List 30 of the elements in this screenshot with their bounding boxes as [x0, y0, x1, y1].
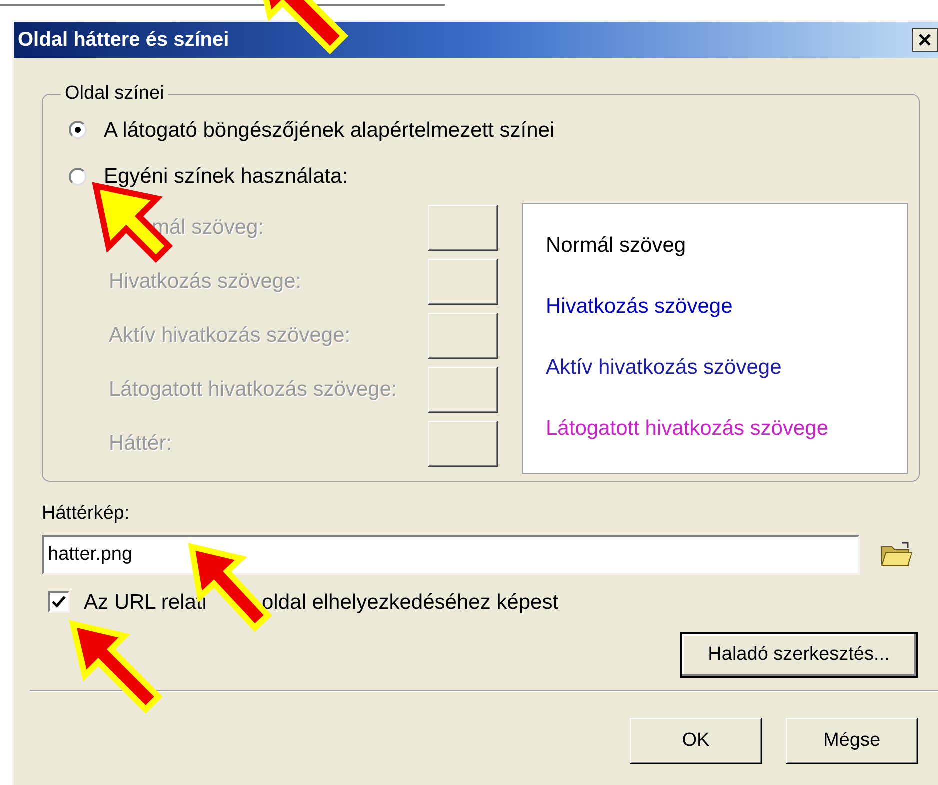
color-swatch-button[interactable] [428, 366, 498, 412]
color-swatch-button[interactable] [428, 258, 498, 304]
color-label: Háttér: [109, 430, 172, 457]
input-field[interactable]: hatter.png [42, 534, 860, 574]
check-icon [52, 595, 66, 610]
radio-label: A látogató böngészőjének alapértelmezett színei [104, 118, 555, 144]
close-icon [918, 33, 932, 47]
color-label: Aktív hivatkozás szövege: [109, 322, 351, 349]
dialog-button[interactable]: Mégse [786, 718, 918, 764]
preview-text: Aktív hivatkozás szövege [546, 354, 783, 380]
radio-button[interactable] [69, 168, 87, 186]
checkbox[interactable] [48, 591, 70, 614]
color-label: Látogatott hivatkozás szövege: [109, 376, 398, 403]
group-title: Oldal színei [64, 82, 166, 106]
preview-text: Hivatkozás szövege [546, 294, 734, 320]
folder-icon[interactable] [880, 540, 914, 568]
color-swatch-button[interactable] [428, 204, 498, 250]
radio-button[interactable] [69, 121, 87, 140]
advanced-edit-button[interactable]: Haladó szerkesztés... [680, 632, 918, 678]
close-button[interactable] [912, 28, 938, 52]
color-label: Hivatkozás szövege: [109, 268, 302, 295]
color-swatch-button[interactable] [428, 312, 498, 358]
preview-text: Normál szöveg [546, 232, 688, 258]
preview-text: Látogatott hivatkozás szövege [546, 416, 830, 442]
field-label: Háttérkép: [42, 502, 131, 526]
color-swatch-button[interactable] [428, 420, 498, 466]
checkbox-label: oldal elhelyezkedéséhez képest [262, 590, 559, 616]
radio-label: Egyéni színek használata: [104, 164, 348, 190]
window-title: Oldal háttere és színei [18, 28, 230, 53]
dialog-button[interactable]: OK [630, 718, 762, 764]
